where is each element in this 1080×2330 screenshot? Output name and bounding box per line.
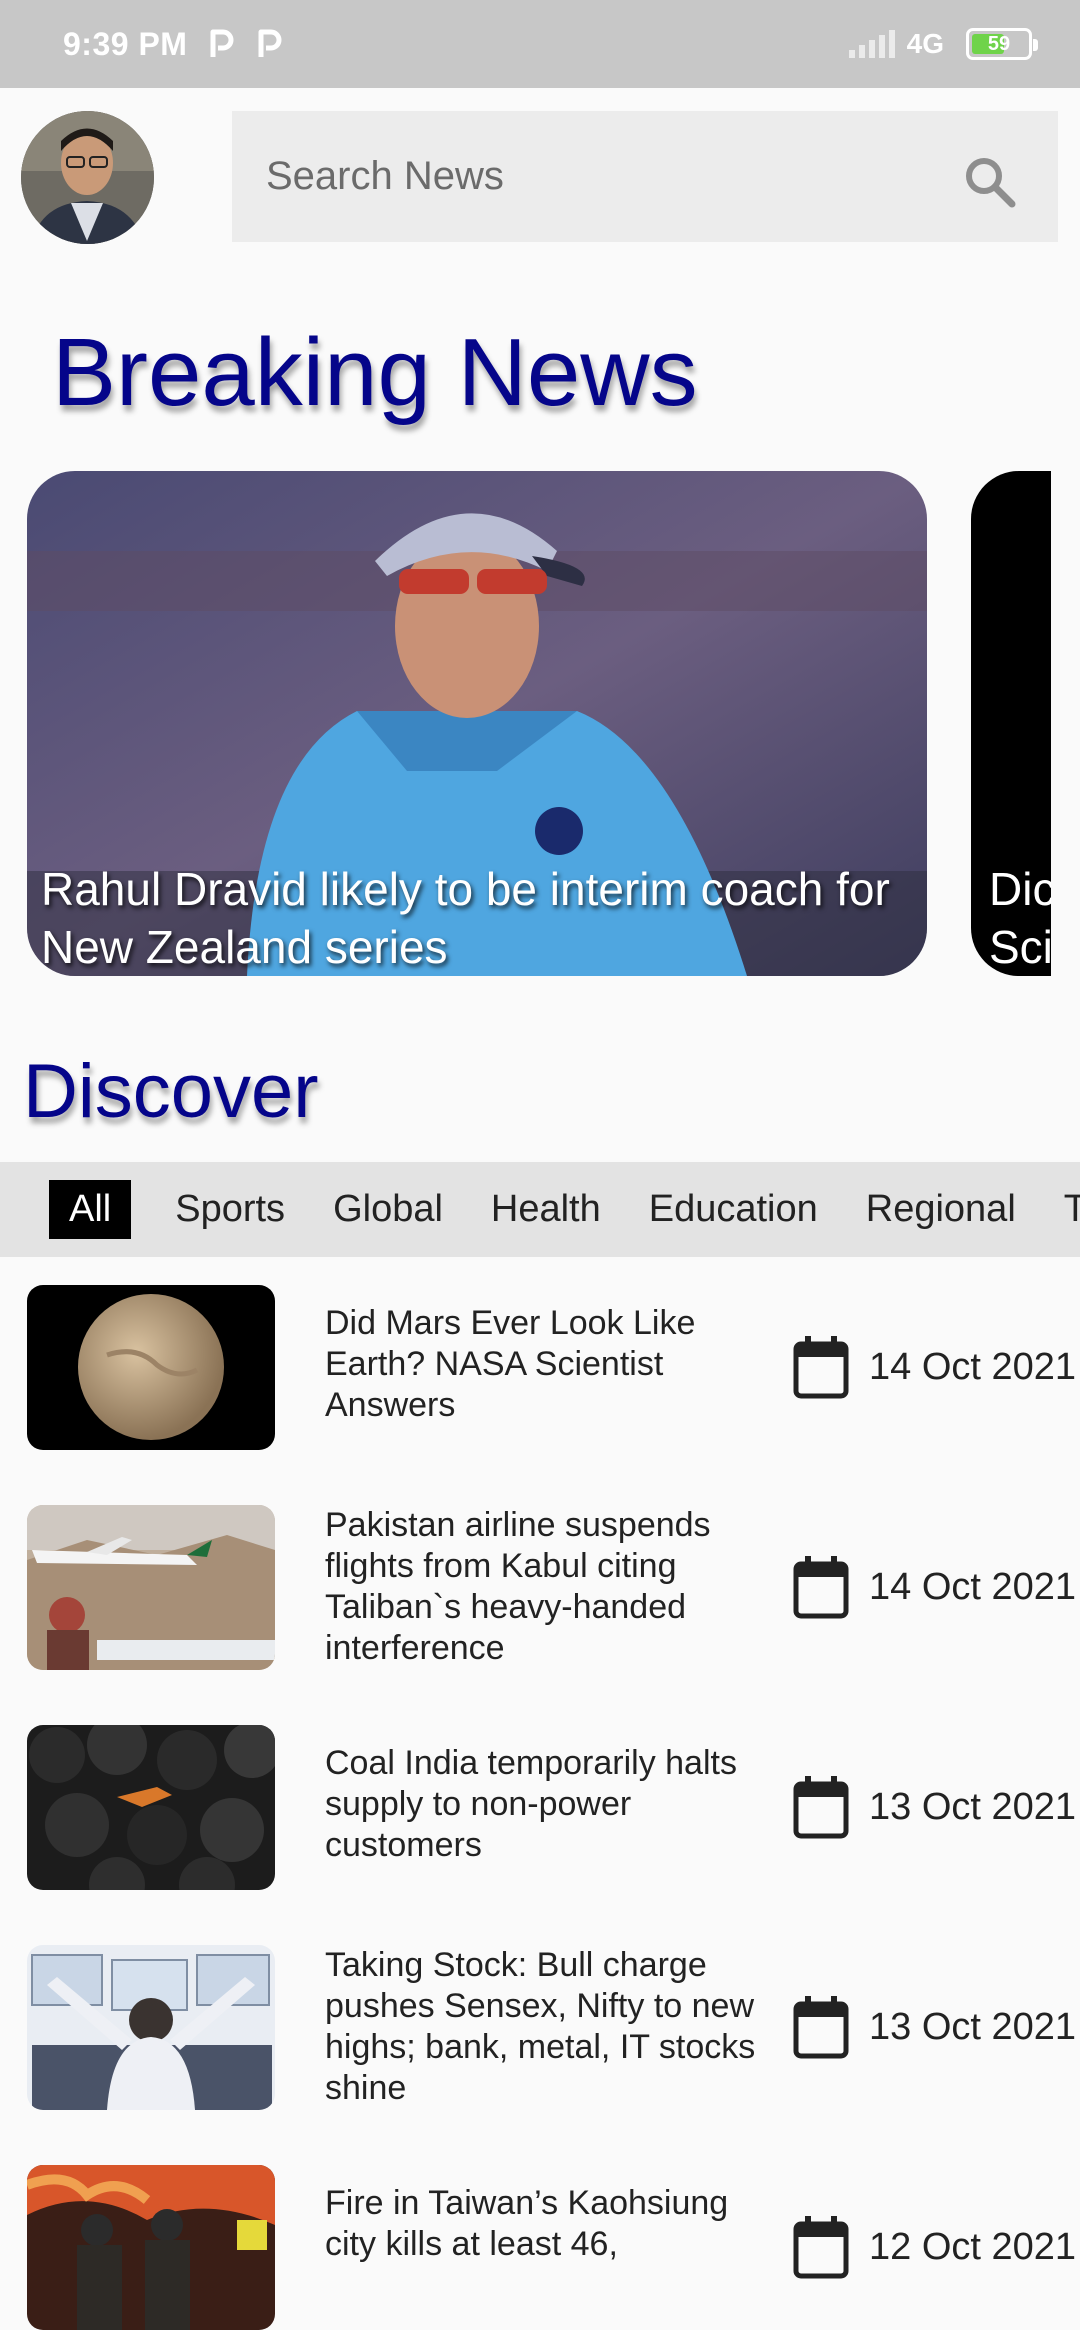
date-text: 12 Oct 2021: [869, 2225, 1077, 2268]
status-time: 9:39 PM: [63, 25, 188, 62]
card-caption-partial: Dic Sci: [989, 860, 1051, 976]
news-thumbnail: [27, 1725, 275, 1890]
date-text: 14 Oct 2021: [869, 1565, 1077, 1608]
tab-more[interactable]: T: [1064, 1183, 1080, 1236]
calendar-icon: [793, 1776, 849, 1839]
signal-icon: [848, 30, 895, 58]
battery-percentage: 59: [987, 32, 1011, 55]
card-caption-line: Sci: [989, 921, 1051, 973]
news-title: Fire in Taiwan’s Kaohsiung city kills at…: [325, 2184, 729, 2263]
search-input[interactable]: [266, 136, 960, 217]
news-date: 12 Oct 2021: [793, 2215, 1076, 2279]
card-caption: Rahul Dravid likely to be interim coach …: [41, 863, 890, 973]
news-title: Coal India temporarily halts supply to n…: [325, 1744, 737, 1864]
news-date: 14 Oct 2021: [793, 1555, 1076, 1619]
news-thumbnail: [27, 1505, 275, 1670]
date-text: 13 Oct 2021: [869, 1785, 1077, 1828]
calendar-icon: [793, 1556, 849, 1619]
list-item[interactable]: Taking Stock: Bull charge pushes Sensex,…: [0, 1945, 1080, 2110]
news-date: 14 Oct 2021: [793, 1335, 1076, 1399]
card-caption-line: Dic: [989, 863, 1051, 915]
tab-global[interactable]: Global: [333, 1183, 443, 1236]
breaking-news-card-next[interactable]: Dic Sci: [971, 471, 1051, 976]
breaking-news-heading: Breaking News: [52, 319, 698, 426]
calendar-icon: [793, 2216, 849, 2279]
news-title: Pakistan airline suspends flights from K…: [325, 1506, 711, 1667]
news-thumbnail: [27, 2165, 275, 2330]
news-date: 13 Oct 2021: [793, 1775, 1076, 1839]
date-text: 13 Oct 2021: [869, 2005, 1077, 2048]
news-thumbnail: [27, 1945, 275, 2110]
breaking-news-card[interactable]: Rahul Dravid likely to be interim coach …: [27, 471, 927, 976]
news-title: Did Mars Ever Look Like Earth? NASA Scie…: [325, 1304, 696, 1424]
avatar[interactable]: [21, 111, 154, 244]
tab-regional[interactable]: Regional: [866, 1183, 1016, 1236]
discover-heading: Discover: [23, 1049, 319, 1134]
parking-notification-icon: [209, 29, 235, 59]
parking-notification-icon: [257, 29, 283, 59]
tab-health[interactable]: Health: [491, 1183, 601, 1236]
calendar-icon: [793, 1996, 849, 2059]
list-item[interactable]: Fire in Taiwan’s Kaohsiung city kills at…: [0, 2165, 1080, 2330]
tab-education[interactable]: Education: [649, 1183, 818, 1236]
category-tabs: All Sports Global Health Education Regio…: [0, 1162, 1080, 1257]
date-text: 14 Oct 2021: [869, 1345, 1077, 1388]
list-item[interactable]: Coal India temporarily halts supply to n…: [0, 1725, 1080, 1890]
news-title: Taking Stock: Bull charge pushes Sensex,…: [325, 1946, 756, 2107]
search-bar[interactable]: [232, 111, 1058, 242]
news-thumbnail: [27, 1285, 275, 1450]
list-item[interactable]: Pakistan airline suspends flights from K…: [0, 1505, 1080, 1670]
calendar-icon: [793, 1336, 849, 1399]
tab-all[interactable]: All: [49, 1180, 132, 1239]
news-date: 13 Oct 2021: [793, 1995, 1076, 2059]
network-type: 4G: [906, 28, 944, 59]
battery-icon: 59: [966, 28, 1038, 60]
list-item[interactable]: Did Mars Ever Look Like Earth? NASA Scie…: [0, 1285, 1080, 1450]
tab-sports[interactable]: Sports: [175, 1183, 285, 1236]
search-icon[interactable]: [960, 152, 1020, 212]
status-bar: 9:39 PM 4G 59: [0, 0, 1080, 88]
